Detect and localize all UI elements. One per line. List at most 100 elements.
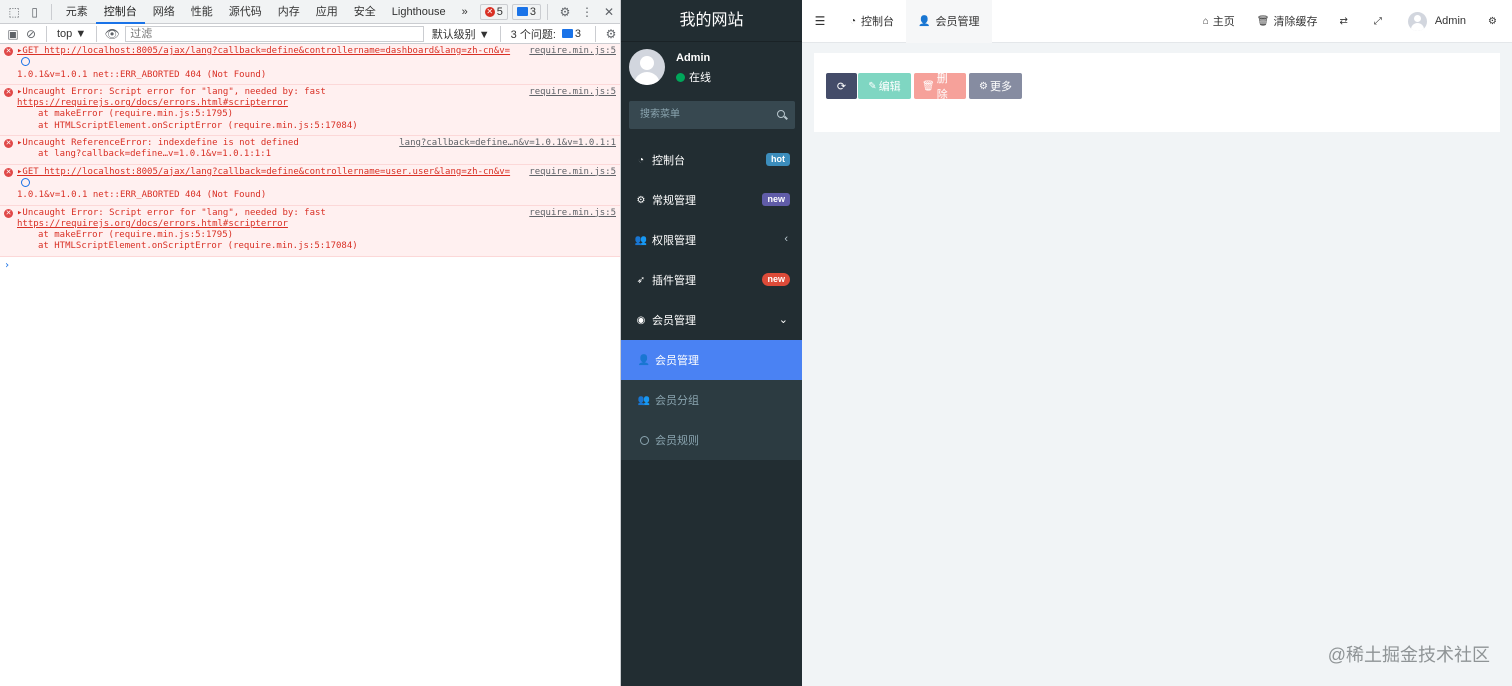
tab-elements[interactable]: 元素 bbox=[58, 0, 96, 24]
clear-cache-label: 清除缓存 bbox=[1273, 16, 1318, 28]
new-badge: new bbox=[762, 273, 790, 286]
console-error-message[interactable]: ✕ lang?callback=define…n&v=1.0.1&v=1.0.1… bbox=[0, 136, 620, 165]
inspect-element-icon[interactable]: ⬚ bbox=[4, 1, 24, 23]
home-link[interactable]: ⌂ 主页 bbox=[1192, 0, 1246, 43]
sidebar-item-label: 权限管理 bbox=[652, 235, 696, 247]
edit-button[interactable]: ✎ 编辑 bbox=[858, 73, 911, 99]
sidebar-item-members[interactable]: ◉ 会员管理 ⌄ bbox=[621, 300, 802, 340]
sidebar-toggle-icon[interactable]: ▣ bbox=[4, 25, 22, 43]
sidebar-item-dashboard[interactable]: ◔ 控制台 hot bbox=[621, 140, 802, 180]
tab-network[interactable]: 网络 bbox=[145, 0, 183, 24]
user-name: Admin bbox=[676, 52, 711, 64]
console-error-message[interactable]: ✕ require.min.js:5 ▸Uncaught Error: Scri… bbox=[0, 84, 620, 137]
source-link[interactable]: require.min.js:5 bbox=[529, 208, 616, 219]
tab-console[interactable]: 控制台 bbox=[95, 0, 145, 24]
message-count: 3 bbox=[529, 5, 536, 18]
console-prompt[interactable]: › bbox=[0, 257, 620, 274]
avatar bbox=[629, 49, 665, 85]
fullscreen-button[interactable]: ⤢ bbox=[1363, 0, 1397, 43]
network-globe-icon[interactable] bbox=[21, 57, 30, 67]
rocket-icon: ➶ bbox=[636, 274, 646, 286]
sidebar-item-plugins[interactable]: ➶ 插件管理 new bbox=[621, 260, 802, 300]
control-sidebar-toggle[interactable]: ⚙ bbox=[1477, 0, 1512, 43]
console-error-message[interactable]: ✕ require.min.js:5 ▸GET http://localhost… bbox=[0, 44, 620, 85]
tab-sources[interactable]: 源代码 bbox=[221, 0, 270, 24]
language-icon: ⇄ bbox=[1339, 15, 1348, 27]
hamburger-menu-icon[interactable]: ☰ bbox=[802, 0, 838, 43]
sidebar-item-member-groups[interactable]: 👥 会员分组 bbox=[621, 380, 802, 420]
tab-lighthouse[interactable]: Lighthouse bbox=[384, 0, 454, 24]
error-line: 1.0.1&v=1.0.1 net::ERR_ABORTED 404 (Not … bbox=[17, 190, 267, 201]
sidebar-item-permissions[interactable]: 👥 权限管理 ‹ bbox=[621, 220, 802, 260]
filter-input[interactable]: 过滤 bbox=[125, 25, 424, 42]
sidebar-item-member-rules[interactable]: 会员规则 bbox=[621, 420, 802, 460]
console-settings-gear-icon[interactable]: ⚙ bbox=[602, 25, 620, 43]
language-toggle-button[interactable]: ⇄ bbox=[1328, 0, 1362, 43]
cogs-icon: ⚙ bbox=[636, 194, 646, 206]
stack-line: at makeError (require.min.js:5:1795) bbox=[38, 109, 234, 120]
source-link[interactable]: require.min.js:5 bbox=[529, 87, 616, 98]
delete-button-label: 删除 bbox=[936, 73, 948, 101]
stack-line: at lang?callback=define…v=1.0.1&v=1.0.1:… bbox=[38, 149, 271, 160]
sidebar-item-label: 会员分组 bbox=[655, 395, 699, 407]
user-icon: 👤 bbox=[637, 354, 651, 366]
more-tabs-button[interactable]: » bbox=[454, 0, 476, 24]
close-icon[interactable]: ✕ bbox=[598, 1, 620, 23]
user-panel: Admin 在线 bbox=[621, 49, 802, 99]
refresh-icon: ⟳ bbox=[836, 80, 847, 93]
error-icon: ✕ bbox=[484, 6, 495, 17]
watermark: @稀土掘金技术社区 bbox=[1327, 645, 1490, 665]
delete-button[interactable]: 🗑 删除 bbox=[914, 73, 966, 101]
settings-gear-icon[interactable]: ⚙ bbox=[554, 1, 576, 23]
user-icon: 👤 bbox=[918, 15, 931, 27]
refresh-button[interactable]: ⟳ bbox=[826, 73, 857, 99]
home-icon: ⌂ bbox=[1202, 15, 1209, 27]
content-panel: ⟳ ✎ 编辑 🗑 删除 ⚙ 更多 bbox=[814, 53, 1500, 132]
source-link[interactable]: lang?callback=define…n&v=1.0.1&v=1.0.1:1 bbox=[399, 138, 616, 149]
kebab-menu-icon[interactable]: ⋮ bbox=[576, 1, 598, 23]
sidebar-item-label: 插件管理 bbox=[652, 275, 696, 287]
console-output: ✕ require.min.js:5 ▸GET http://localhost… bbox=[0, 44, 620, 274]
site-title[interactable]: 我的网站 bbox=[621, 0, 802, 42]
tab-application[interactable]: 应用 bbox=[308, 0, 346, 24]
tab-security[interactable]: 安全 bbox=[346, 0, 384, 24]
error-line: ▸GET http://localhost:8005/ajax/lang?cal… bbox=[17, 46, 616, 70]
error-doc-link[interactable]: https://requirejs.org/docs/errors.html#s… bbox=[17, 98, 616, 109]
error-line: ▸GET http://localhost:8005/ajax/lang?cal… bbox=[17, 167, 616, 191]
console-error-message[interactable]: ✕ require.min.js:5 ▸GET http://localhost… bbox=[0, 164, 620, 206]
device-toolbar-icon[interactable]: ▯ bbox=[24, 1, 44, 23]
user-dropdown[interactable]: Admin bbox=[1397, 0, 1477, 43]
stack-line: at makeError (require.min.js:5:1795) bbox=[38, 230, 234, 241]
clear-console-icon[interactable]: ⊘ bbox=[22, 25, 40, 43]
console-error-message[interactable]: ✕ require.min.js:5 ▸Uncaught Error: Scri… bbox=[0, 205, 620, 257]
tab-performance[interactable]: 性能 bbox=[183, 0, 221, 24]
sidebar-item-member-management[interactable]: 👤 会员管理 bbox=[621, 340, 802, 380]
divider bbox=[547, 3, 548, 20]
tab-memory[interactable]: 内存 bbox=[270, 0, 308, 24]
more-button[interactable]: ⚙ 更多 bbox=[969, 73, 1022, 99]
error-count-badge[interactable]: ✕ 5 bbox=[479, 3, 508, 20]
error-doc-link[interactable]: https://requirejs.org/docs/errors.html#s… bbox=[17, 219, 616, 230]
message-count-badge[interactable]: 3 bbox=[511, 3, 541, 20]
issues-button[interactable]: 3 个问题: 3 bbox=[507, 26, 589, 42]
context-select[interactable]: top ▼ bbox=[53, 26, 90, 42]
devtools-tab-bar: ⬚ ▯ 元素 控制台 网络 性能 源代码 内存 应用 安全 Lighthouse… bbox=[0, 0, 620, 24]
tab-member-management[interactable]: 👤 会员管理 bbox=[906, 0, 992, 43]
source-link[interactable]: require.min.js:5 bbox=[529, 46, 616, 57]
screen: ⬚ ▯ 元素 控制台 网络 性能 源代码 内存 应用 安全 Lighthouse… bbox=[0, 0, 1512, 686]
divider bbox=[46, 25, 47, 42]
search-icon[interactable] bbox=[777, 110, 785, 118]
sidebar-item-general[interactable]: ⚙ 常规管理 new bbox=[621, 180, 802, 220]
chevron-down-icon: ⌄ bbox=[778, 314, 788, 326]
error-line: ▸Uncaught Error: Script error for "lang"… bbox=[17, 207, 326, 218]
tab-dashboard[interactable]: ◔ 控制台 bbox=[838, 0, 906, 43]
log-level-select[interactable]: 默认级别 ▼ bbox=[428, 26, 494, 42]
message-icon bbox=[561, 29, 573, 38]
message-icon bbox=[516, 7, 528, 16]
menu-search-input[interactable]: 搜索菜单 bbox=[629, 101, 795, 129]
clear-cache-button[interactable]: 🗑 清除缓存 bbox=[1246, 0, 1329, 43]
live-expression-eye-icon[interactable]: 👁 bbox=[103, 25, 121, 43]
app-main: ☰ ◔ 控制台 👤 会员管理 ⌂ 主页 🗑 清除缓存 ⇄ ⤢ Admin ⚙ ⟳… bbox=[802, 0, 1512, 686]
source-link[interactable]: require.min.js:5 bbox=[529, 167, 616, 178]
network-globe-icon[interactable] bbox=[21, 177, 30, 187]
